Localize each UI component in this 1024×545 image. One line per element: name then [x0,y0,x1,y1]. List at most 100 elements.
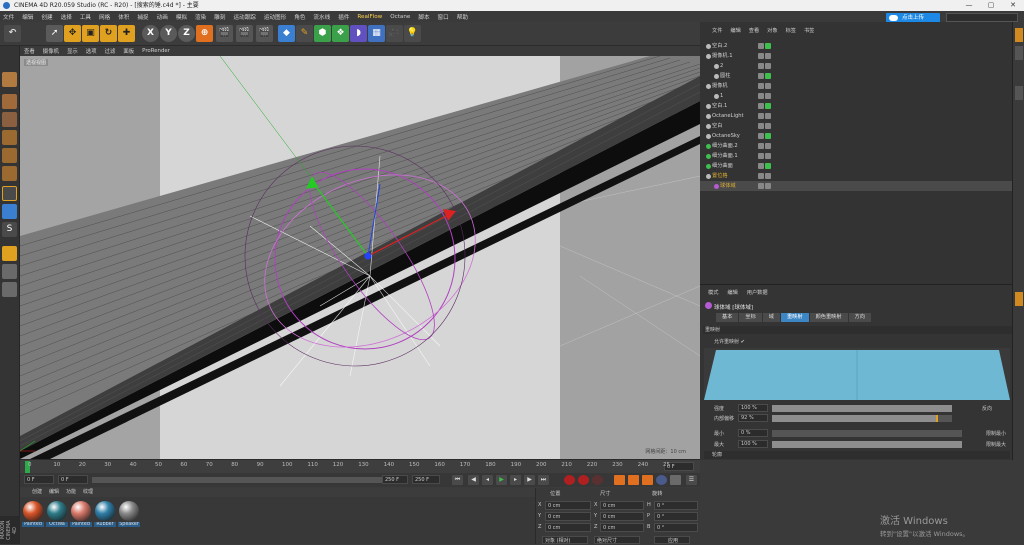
visibility-dot[interactable] [758,83,764,89]
attribute-value-field[interactable]: 100 % [738,404,768,412]
object-menu-item[interactable]: 书签 [804,27,814,34]
viewport-menu-item[interactable]: 选项 [86,47,97,55]
enable-check[interactable] [765,123,771,129]
menu-item[interactable]: 体积 [118,13,129,21]
rotate-icon[interactable]: ↻ [100,25,117,42]
object-row[interactable]: 球体域 [700,181,1012,191]
menu-item[interactable]: RealFlow [357,14,382,20]
axis-z-button[interactable]: Z [178,25,195,42]
preview-range-slider[interactable] [92,477,392,483]
camera-icon[interactable]: 🎥 [386,25,403,42]
object-row[interactable]: 圆柱 [700,71,1012,81]
min-frame-field[interactable]: 0 F [58,475,88,484]
menu-item[interactable]: Octane [390,14,410,20]
minimize-button[interactable]: — [958,0,980,11]
attribute-subtab[interactable]: 坐标 [739,313,762,322]
attributes-side-tab[interactable] [1015,292,1023,306]
attribute-menu-item[interactable]: 模式 [708,289,718,296]
layout-select[interactable] [946,13,1018,22]
material-menu-item[interactable]: 纹理 [83,488,93,497]
snap-icon[interactable]: S [2,222,17,237]
undo-icon[interactable]: ↶ [4,25,21,42]
workplane-icon[interactable] [2,112,17,127]
clamp-max-label[interactable]: 限制最大 [986,441,1006,448]
menu-item[interactable]: 编辑 [22,13,33,21]
enable-check[interactable] [765,113,771,119]
autokey-icon[interactable] [578,475,589,485]
object-menu-item[interactable]: 查看 [749,27,759,34]
object-row[interactable]: 2 [700,61,1012,71]
object-row[interactable]: 细分曲面 [700,161,1012,171]
enable-check[interactable] [765,43,771,49]
material-menu-item[interactable]: 编辑 [49,488,59,497]
menu-item[interactable]: 运动图形 [264,13,286,21]
visibility-dot[interactable] [758,143,764,149]
menu-item[interactable]: 雕刻 [214,13,225,21]
viewport-menu-item[interactable]: 查看 [24,47,35,55]
visibility-dot[interactable] [758,153,764,159]
material-swatch[interactable]: Rubber [94,501,116,527]
material-swatch[interactable]: Painted [70,501,92,527]
cube-primitive-icon[interactable]: ◆ [278,25,295,42]
visibility-dot[interactable] [758,63,764,69]
object-menu-item[interactable]: 文件 [712,27,722,34]
visibility-dot[interactable] [758,113,764,119]
key-position-icon[interactable] [614,475,625,485]
menu-item[interactable]: 网格 [99,13,110,21]
timeline-window-icon[interactable]: ☰ [686,475,697,485]
attribute-slider[interactable] [772,415,952,422]
close-button[interactable]: ✕ [1002,0,1024,11]
material-swatch[interactable]: Painted [22,501,44,527]
coord-mode-select[interactable]: 对象 (相对) [542,536,588,544]
menu-item[interactable]: 脚本 [418,13,429,21]
menu-item[interactable]: 创建 [41,13,52,21]
timeline-ruler[interactable]: 0 F 0 10 20 30 40 50 60 70 80 90 100 110 120 130 140 15… [20,459,700,473]
enable-check[interactable] [765,83,771,89]
attribute-value-field[interactable]: 92 % [738,414,768,422]
enable-check[interactable] [765,103,771,109]
prev-key-icon[interactable]: ◀ [468,475,479,485]
enable-check[interactable] [765,143,771,149]
floor-icon[interactable]: ▦ [368,25,385,42]
viewport-menu-item[interactable]: ProRender [142,48,170,54]
enable-check[interactable] [765,163,771,169]
end-frame-field[interactable]: 250 F [412,475,440,484]
enable-check[interactable] [765,153,771,159]
size-field[interactable]: 0 cm [600,501,644,510]
prev-frame-icon[interactable]: ◂ [482,475,493,485]
model-mode-icon[interactable] [2,72,17,87]
menu-item[interactable]: 流水线 [313,13,330,21]
rotation-field[interactable]: 0 ° [654,501,698,510]
position-field[interactable]: 0 cm [545,512,591,521]
object-row[interactable]: 空白 [700,121,1012,131]
size-field[interactable]: 0 cm [600,523,644,532]
menu-item[interactable]: 角色 [294,13,305,21]
perspective-viewport[interactable]: 透视视图 网格间距：10 cm [20,56,700,459]
material-swatch[interactable]: OctWa [46,501,68,527]
attribute-subtab[interactable]: 重映射 [780,313,809,322]
menu-item[interactable]: 运动跟踪 [233,13,255,21]
attribute-value-field[interactable]: 0 % [738,429,768,437]
keyframe-selection-icon[interactable] [592,475,603,485]
menu-item[interactable]: 工具 [80,13,91,21]
size-field[interactable]: 0 cm [600,512,644,521]
rotation-field[interactable]: 0 ° [654,512,698,521]
enable-check[interactable] [765,183,771,189]
record-keys-icon[interactable] [564,475,575,485]
goto-end-icon[interactable]: ⏭ [538,475,549,485]
enable-check[interactable] [765,63,771,69]
object-menu-item[interactable]: 标签 [786,27,796,34]
menu-item[interactable]: 选择 [61,13,72,21]
visibility-dot[interactable] [758,103,764,109]
object-menu-item[interactable]: 编辑 [730,27,740,34]
object-row[interactable]: OctaneSky [700,131,1012,141]
axis-x-button[interactable]: X [142,25,159,42]
menu-item[interactable]: 帮助 [457,13,468,21]
coord-system-icon[interactable]: ⊕ [196,25,213,42]
recent-tool-icon[interactable]: ✚ [118,25,135,42]
next-frame-icon[interactable]: ▸ [510,475,521,485]
attribute-slider[interactable] [772,405,952,412]
axis-mode-icon[interactable] [2,186,17,201]
viewport-menu-item[interactable]: 摄像机 [43,47,59,55]
object-menu-item[interactable]: 对象 [767,27,777,34]
